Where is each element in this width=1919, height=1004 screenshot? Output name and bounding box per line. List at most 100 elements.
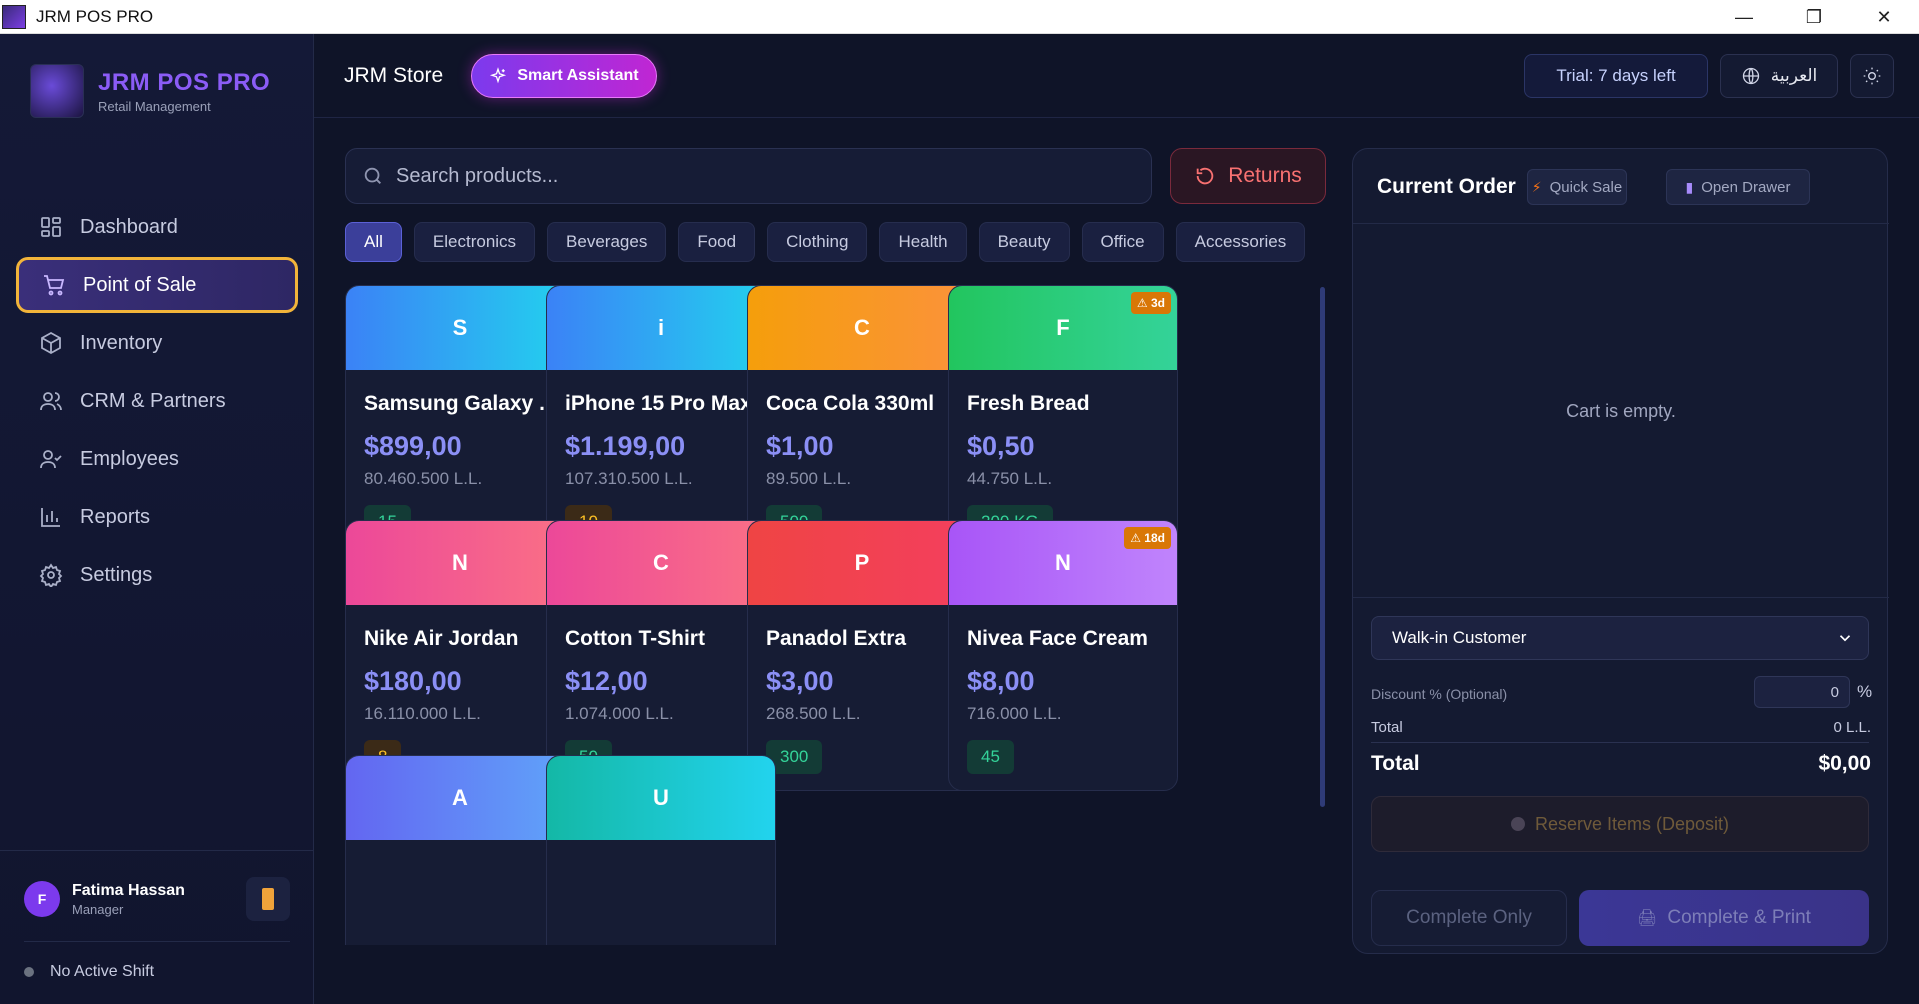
product-price-lbp: 716.000 L.L. [967, 704, 1062, 723]
product-price: $3,00 [766, 666, 834, 696]
product-card[interactable]: i iPhone 15 Pro Max $1.199,00 107.310.500 L… [546, 285, 776, 556]
users-icon [38, 388, 64, 414]
product-card[interactable]: S Samsung Galaxy ... $899,00 80.460.500 L.L… [345, 285, 575, 556]
returns-label: Returns [1228, 164, 1302, 187]
quick-sale-label: Quick Sale [1549, 178, 1623, 196]
product-initial: i [657, 315, 665, 340]
sidebar-item-reports[interactable]: Reports [16, 489, 298, 545]
brand-tagline: Retail Management [98, 98, 211, 114]
product-card[interactable]: P Panadol Extra $3,00 268.500 L.L. 300 [747, 520, 977, 791]
customer-select[interactable]: Walk-in Customer [1371, 616, 1869, 660]
category-chip-all[interactable]: All [345, 222, 402, 262]
avatar[interactable]: F [24, 881, 60, 917]
chevron-down-icon [1836, 629, 1854, 647]
smart-assistant-button[interactable]: Smart Assistant [471, 54, 657, 98]
product-name: Nivea Face Cream [967, 627, 1148, 650]
close-icon[interactable]: ✕ [1849, 0, 1919, 34]
category-chip-beverages[interactable]: Beverages [547, 222, 667, 262]
cart-empty-message: Cart is empty. [1566, 401, 1676, 421]
quick-sale-button[interactable]: ⚡ Quick Sale [1527, 169, 1627, 205]
language-button[interactable]: العربية [1720, 54, 1838, 98]
shift-status: No Active Shift [24, 963, 154, 981]
trial-badge: Trial: 7 days left [1524, 54, 1708, 98]
subtotal-value: 0 L.L. [1833, 719, 1871, 736]
search-icon [364, 167, 381, 184]
product-banner: i [547, 286, 775, 370]
sidebar-item-settings[interactable]: Settings [16, 547, 298, 603]
shift-button[interactable] [246, 877, 290, 921]
product-initial: N [1055, 550, 1071, 575]
complete-only-button[interactable]: Complete Only [1371, 890, 1567, 946]
sidebar-item-dashboard[interactable]: Dashboard [16, 199, 298, 255]
shift-status-text: No Active Shift [50, 963, 155, 980]
brand: JRM POS PRO Retail Management [30, 64, 270, 118]
category-chip-electronics[interactable]: Electronics [413, 222, 536, 262]
divider [24, 941, 290, 942]
sidebar-item-label: Inventory [80, 331, 163, 354]
user-block: F Fatima Hassan Manager No Active Shift [0, 850, 314, 980]
expiry-badge: ⚠ 3d [1130, 292, 1171, 314]
complete-print-button[interactable]: 🖨 Complete & Print [1579, 890, 1869, 946]
product-banner: P [748, 521, 976, 605]
product-banner: S [346, 286, 574, 370]
product-initial: U [653, 785, 669, 810]
product-price: $1.199,00 [565, 431, 686, 461]
category-chip-health[interactable]: Health [879, 222, 967, 262]
product-name: Cotton T-Shirt [565, 627, 705, 650]
sidebar-item-crm-partners[interactable]: CRM & Partners [16, 373, 298, 429]
stock-badge: 45 [967, 740, 1014, 774]
cart-icon [41, 272, 67, 298]
sidebar-item-point-of-sale[interactable]: Point of Sale [16, 257, 298, 313]
minimize-icon[interactable]: — [1709, 0, 1779, 34]
returns-button[interactable]: Returns [1170, 148, 1326, 204]
customer-select-value: Walk-in Customer [1392, 628, 1527, 647]
undo-icon [1196, 167, 1214, 185]
window-title: JRM POS PRO [36, 6, 154, 26]
bar-chart-icon [38, 504, 64, 530]
sidebar-item-employees[interactable]: Employees [16, 431, 298, 487]
reserve-items-label: Reserve Items (Deposit) [1534, 813, 1730, 834]
product-price-lbp: 16.110.000 L.L. [364, 704, 481, 723]
product-card[interactable]: A [345, 755, 575, 945]
discount-label: Discount % (Optional) [1371, 686, 1508, 702]
category-chip-office[interactable]: Office [1081, 222, 1164, 262]
divider [1371, 742, 1869, 743]
product-card[interactable]: CCotton T-Shirt$12,001.074.000 L.L.50 [546, 520, 776, 791]
order-panel: Current Order ⚡ Quick Sale ▮ Open Drawer… [1352, 148, 1889, 954]
discount-input[interactable] [1754, 676, 1850, 708]
category-chip-food[interactable]: Food [678, 222, 756, 262]
gear-icon [38, 562, 64, 588]
product-card[interactable]: F⚠ 3dFresh Bread$0,5044.750 L.L.200 KG [948, 285, 1178, 556]
sidebar-item-inventory[interactable]: Inventory [16, 315, 298, 371]
product-price-lbp: 44.750 L.L. [967, 469, 1053, 488]
product-card[interactable]: U [546, 755, 776, 945]
scrollbar[interactable] [1320, 287, 1325, 807]
sparkle-icon [490, 67, 507, 84]
product-price: $8,00 [967, 666, 1035, 696]
product-price-lbp: 107.310.500 L.L. [565, 469, 693, 488]
restore-icon[interactable]: ❐ [1779, 0, 1849, 34]
open-drawer-button[interactable]: ▮ Open Drawer [1666, 169, 1810, 205]
category-chip-beauty[interactable]: Beauty [978, 222, 1070, 262]
product-card[interactable]: CCoca Cola 330ml$1,0089.500 L.L.500 [747, 285, 977, 556]
sidebar-item-label: Dashboard [80, 215, 178, 238]
theme-toggle-button[interactable] [1850, 54, 1894, 98]
product-banner: F ⚠ 3d [949, 286, 1177, 370]
product-initial: P [854, 550, 870, 575]
smart-assistant-label: Smart Assistant [517, 67, 639, 84]
product-grid: S Samsung Galaxy ... $899,00 80.460.500 L.L… [345, 285, 1313, 945]
product-initial: S [452, 315, 468, 340]
product-card[interactable]: N ⚠ 18d Nivea Face Cream $8,00 716.000 L.L. 4… [948, 520, 1178, 791]
product-banner: N [346, 521, 574, 605]
reserve-items-button[interactable]: Reserve Items (Deposit) [1371, 796, 1869, 852]
product-card[interactable]: NNike Air Jordan$180,0016.110.000 L.L.8 [345, 520, 575, 791]
search-input[interactable] [396, 164, 1116, 188]
category-chip-accessories[interactable]: Accessories [1175, 222, 1306, 262]
sidebar-item-label: Point of Sale [83, 273, 197, 296]
category-chip-clothing[interactable]: Clothing [767, 222, 868, 262]
product-name: Nike Air Jordan [364, 627, 519, 650]
total-value: $0,00 [1818, 752, 1871, 775]
sidebar-nav: Dashboard Point of Sale Inventory CRM & … [16, 199, 298, 605]
complete-print-label: Complete & Print [1667, 907, 1811, 928]
user-name: Fatima Hassan [72, 881, 185, 899]
